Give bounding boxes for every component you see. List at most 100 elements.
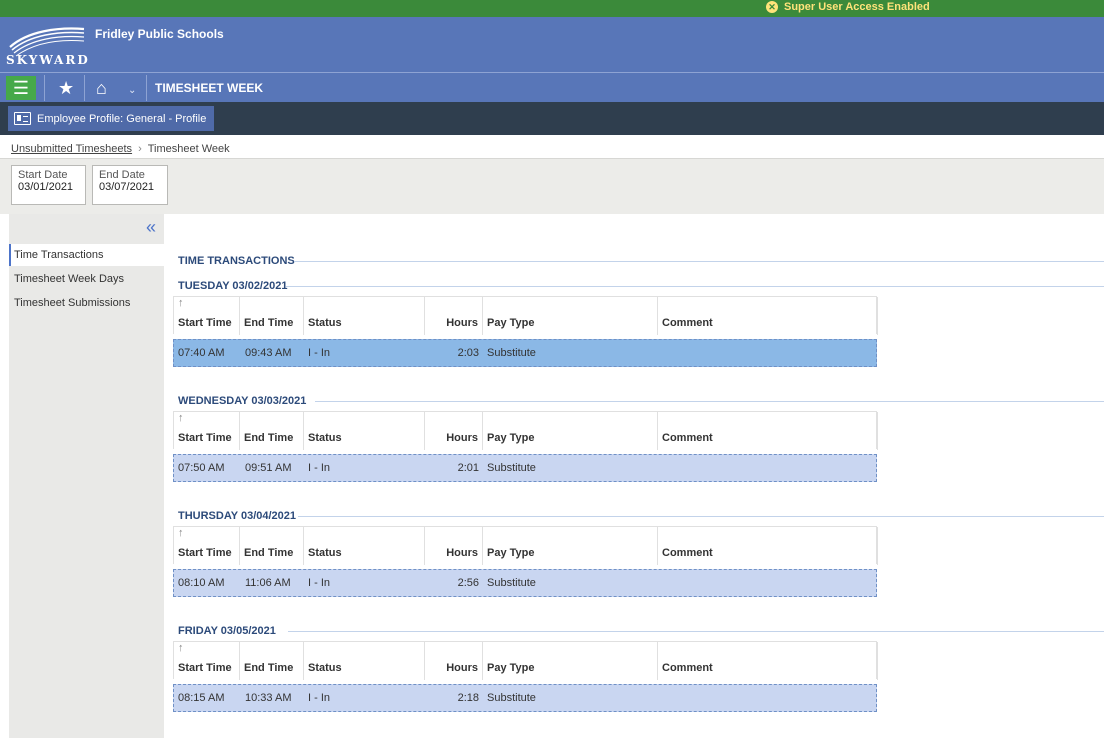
column-start-time[interactable]: ↑ Start Time (174, 412, 240, 450)
day-divider (288, 631, 1104, 632)
collapse-sidebar-icon[interactable]: « (146, 218, 156, 236)
sort-up-arrow-icon[interactable]: ↑ (178, 413, 184, 424)
table-row-2[interactable]: 08:10 AM 11:06 AM I - In 2:56 Substitute (173, 569, 877, 597)
start-date-value: 03/01/2021 (18, 181, 74, 193)
column-comment[interactable]: Comment (658, 642, 878, 680)
logo-text: SKYWARD (6, 53, 90, 67)
column-status[interactable]: Status (304, 527, 425, 565)
profile-bar: Employee Profile: General - Profile (0, 102, 1104, 135)
transactions-grid: ↑ Start Time End Time Status Hours Pay T… (173, 641, 878, 712)
column-status-label: Status (308, 432, 342, 444)
day-divider (298, 516, 1104, 517)
app-header: SKYWARD Fridley Public Schools (0, 17, 1104, 72)
day-divider (286, 286, 1104, 287)
column-hours[interactable]: Hours (425, 527, 483, 565)
column-pay-type-label: Pay Type (487, 662, 535, 674)
cell-end-time: 09:51 AM (245, 462, 292, 474)
grid-header: ↑ Start Time End Time Status Hours Pay T… (173, 641, 878, 680)
column-pay-type[interactable]: Pay Type (483, 297, 658, 335)
column-pay-type[interactable]: Pay Type (483, 642, 658, 680)
cell-status: I - In (308, 462, 331, 474)
day-divider (315, 401, 1104, 402)
column-end-time[interactable]: End Time (240, 642, 304, 680)
main-content: TIME TRANSACTIONS TUESDAY 03/02/2021 ↑ S… (164, 214, 1104, 738)
column-end-time[interactable]: End Time (240, 527, 304, 565)
column-start-time[interactable]: ↑ Start Time (174, 297, 240, 335)
employee-profile-button[interactable]: Employee Profile: General - Profile (8, 106, 215, 131)
date-range-bar: Start Date 03/01/2021 End Date 03/07/202… (0, 158, 1104, 214)
table-row-1[interactable]: 07:50 AM 09:51 AM I - In 2:01 Substitute (173, 454, 877, 482)
end-date-value: 03/07/2021 (99, 181, 155, 193)
cell-hours: 2:01 (457, 462, 479, 474)
column-status-label: Status (308, 317, 342, 329)
cell-hours: 2:03 (457, 347, 479, 359)
favorites-star-icon[interactable]: ★ (58, 76, 74, 100)
column-start-time-label: Start Time (178, 662, 232, 674)
sort-up-arrow-icon[interactable]: ↑ (178, 298, 184, 309)
sidebar-item-timesheet-week-days[interactable]: Timesheet Week Days (9, 268, 164, 290)
menu-icon[interactable]: ☰ (6, 76, 36, 100)
column-start-time[interactable]: ↑ Start Time (174, 527, 240, 565)
cell-pay-type: Substitute (487, 577, 536, 589)
district-name: Fridley Public Schools (95, 27, 224, 41)
home-icon[interactable]: ⌂ (96, 76, 107, 100)
nav-bar: ☰ ★ ⌂ ⌄ TIMESHEET WEEK (0, 72, 1104, 102)
column-status-label: Status (308, 547, 342, 559)
breadcrumb: Unsubmitted Timesheets › Timesheet Week (11, 143, 230, 155)
cell-start-time: 07:40 AM (178, 347, 225, 359)
column-comment[interactable]: Comment (658, 527, 878, 565)
sidebar: « Time Transactions Timesheet Week Days … (9, 214, 164, 738)
column-end-time-label: End Time (244, 317, 294, 329)
nav-divider (44, 75, 45, 101)
column-hours[interactable]: Hours (425, 642, 483, 680)
chevron-down-icon[interactable]: ⌄ (128, 81, 136, 101)
sort-up-arrow-icon[interactable]: ↑ (178, 643, 184, 654)
column-hours[interactable]: Hours (425, 297, 483, 335)
cell-hours: 2:18 (457, 692, 479, 704)
cell-pay-type: Substitute (487, 692, 536, 704)
cell-status: I - In (308, 577, 331, 589)
column-end-time[interactable]: End Time (240, 412, 304, 450)
cell-pay-type: Substitute (487, 462, 536, 474)
column-pay-type[interactable]: Pay Type (483, 527, 658, 565)
sidebar-item-time-transactions[interactable]: Time Transactions (9, 244, 164, 266)
day-label: THURSDAY 03/04/2021 (178, 510, 297, 522)
column-status[interactable]: Status (304, 297, 425, 335)
column-pay-type[interactable]: Pay Type (483, 412, 658, 450)
start-date-label: Start Date (18, 169, 68, 181)
section-divider (294, 261, 1104, 262)
cell-end-time: 11:06 AM (245, 577, 291, 589)
column-status[interactable]: Status (304, 412, 425, 450)
grid-header: ↑ Start Time End Time Status Hours Pay T… (173, 296, 878, 335)
cell-pay-type: Substitute (487, 347, 536, 359)
column-start-time-label: Start Time (178, 317, 232, 329)
cell-status: I - In (308, 692, 331, 704)
column-comment[interactable]: Comment (658, 412, 878, 450)
column-pay-type-label: Pay Type (487, 432, 535, 444)
column-hours-label: Hours (446, 547, 478, 559)
sort-up-arrow-icon[interactable]: ↑ (178, 528, 184, 539)
table-row-3[interactable]: 08:15 AM 10:33 AM I - In 2:18 Substitute (173, 684, 877, 712)
column-comment[interactable]: Comment (658, 297, 878, 335)
close-circle-icon: ✕ (766, 1, 778, 13)
grid-header: ↑ Start Time End Time Status Hours Pay T… (173, 411, 878, 450)
column-hours[interactable]: Hours (425, 412, 483, 450)
super-user-notice: ✕ Super User Access Enabled (766, 1, 930, 13)
column-status-label: Status (308, 662, 342, 674)
sidebar-item-timesheet-submissions[interactable]: Timesheet Submissions (9, 292, 164, 314)
column-pay-type-label: Pay Type (487, 547, 535, 559)
column-start-time-label: Start Time (178, 547, 232, 559)
end-date-box: End Date 03/07/2021 (92, 165, 168, 205)
employee-profile-label: Employee Profile: General - Profile (37, 112, 207, 125)
column-comment-label: Comment (662, 317, 713, 329)
breadcrumb-unsubmitted-timesheets[interactable]: Unsubmitted Timesheets (11, 143, 132, 155)
column-end-time[interactable]: End Time (240, 297, 304, 335)
table-row-0[interactable]: 07:40 AM 09:43 AM I - In 2:03 Substitute (173, 339, 877, 367)
column-status[interactable]: Status (304, 642, 425, 680)
column-end-time-label: End Time (244, 547, 294, 559)
cell-start-time: 08:10 AM (178, 577, 225, 589)
column-start-time[interactable]: ↑ Start Time (174, 642, 240, 680)
column-comment-label: Comment (662, 432, 713, 444)
column-pay-type-label: Pay Type (487, 317, 535, 329)
column-comment-label: Comment (662, 662, 713, 674)
